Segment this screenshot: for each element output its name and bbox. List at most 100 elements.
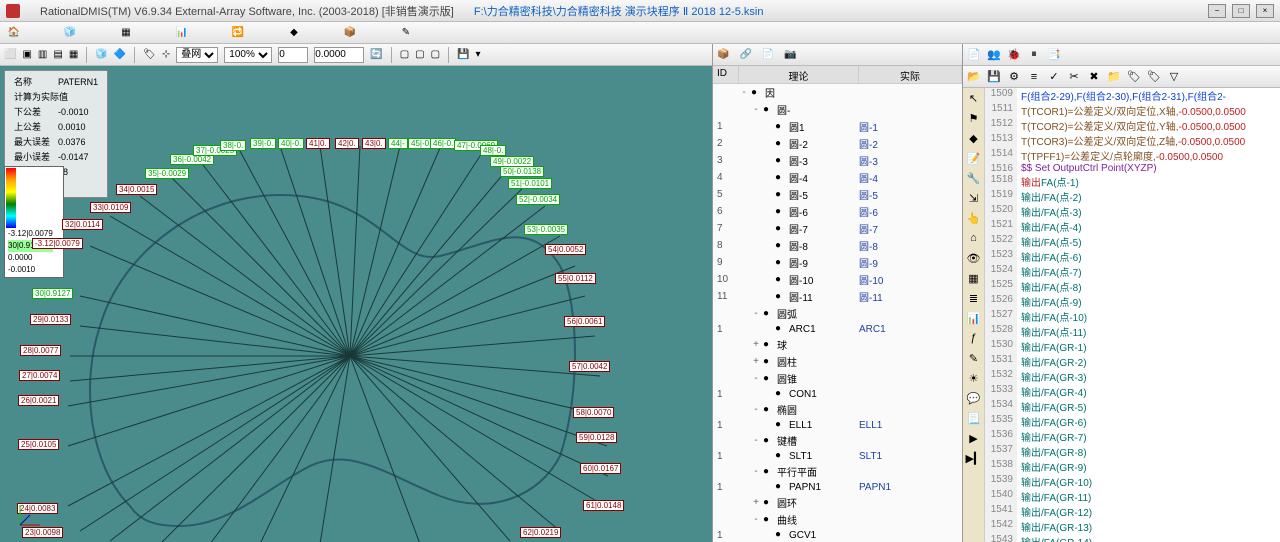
overlay-pct-dropdown[interactable]: 100% [224,47,272,63]
tree-box-icon[interactable]: 📦 [717,49,729,60]
measurement-label[interactable]: 40|-0. [278,138,304,149]
tree-row[interactable]: 2●圆-2圆-2 [713,135,962,152]
tree-row[interactable]: -●椭圆 [713,401,962,418]
tree-row[interactable]: -●曲线 [713,511,962,528]
script-line[interactable]: 1521输出/FA(点-4) [985,219,1280,234]
script-line[interactable]: 1535输出/FA(GR-6) [985,414,1280,429]
tree-row[interactable]: -●圆弧 [713,305,962,322]
measurement-label[interactable]: 25|0.0105 [18,439,59,450]
cube-top-icon[interactable]: ▢ [431,49,440,60]
tree-row[interactable]: -●因 [713,84,962,101]
script-line[interactable]: 1536输出/FA(GR-7) [985,429,1280,444]
refresh-icon[interactable]: 🔄 [370,49,382,60]
sb-note-icon[interactable]: 📝 [966,152,982,168]
feature-tree[interactable]: -●因-●圆-1●圆1圆-12●圆-2圆-23●圆-3圆-34●圆-4圆-45●… [713,84,962,542]
script-exit-icon[interactable]: ✖ [1087,70,1101,84]
tree-toggle-icon[interactable]: - [739,87,749,98]
script-line[interactable]: 1543输出/FA(GR-14) [985,534,1280,542]
measurement-label[interactable]: 26|0.0021 [18,395,59,406]
measurement-label[interactable]: 28|0.0077 [20,345,61,356]
tree-toggle-icon[interactable]: - [751,435,761,446]
script-new-icon[interactable]: 📄 [967,48,981,62]
measurement-label[interactable]: 61|0.0148 [583,500,624,511]
script-line[interactable]: 1511T(TCOR1)=公差定义/双向定位,X轴,-0.0500,0.0500 [985,103,1280,118]
measurement-label[interactable]: 33|0.0109 [90,202,131,213]
tree-row[interactable]: +●圆柱 [713,353,962,370]
sb-arrow-icon[interactable]: ↖ [966,92,982,108]
tree-link-icon[interactable]: 🔗 [739,49,751,60]
script-line[interactable]: 1518输出FA(点-1) [985,174,1280,189]
tree-row[interactable]: -●键槽 [713,432,962,449]
overlay-dropdown[interactable]: 叠网 [176,47,218,63]
toolbar-swap-icon[interactable]: 🔁 [230,25,246,41]
tree-row[interactable]: 5●圆-5圆-5 [713,186,962,203]
view-grid3-icon[interactable]: ▦ [69,49,78,60]
script-line[interactable]: 1542输出/FA(GR-13) [985,519,1280,534]
measurement-label[interactable]: 57|0.0042 [569,361,610,372]
script-line[interactable]: 1532输出/FA(GR-3) [985,369,1280,384]
script-line[interactable]: 1541输出/FA(GR-12) [985,504,1280,519]
tree-row[interactable]: 7●圆-7圆-7 [713,220,962,237]
tree-row[interactable]: 4●圆-4圆-4 [713,169,962,186]
measurement-label[interactable]: 39|-0. [250,138,276,149]
sb-wrench-icon[interactable]: 🔧 [966,172,982,188]
sb-probe-icon[interactable]: ⇲ [966,192,982,208]
cube-front-icon[interactable]: ▢ [400,49,409,60]
script-line[interactable]: 1537输出/FA(GR-8) [985,444,1280,459]
measurement-label[interactable]: 29|0.0133 [30,314,71,325]
num-input-1[interactable] [278,47,308,63]
measurement-label[interactable]: 46|-0. [430,138,456,149]
measurement-label[interactable]: 50|-0.0138 [500,166,544,177]
script-layer-icon[interactable]: 📑 [1047,48,1061,62]
script-line[interactable]: 1540输出/FA(GR-11) [985,489,1280,504]
dropdown-icon[interactable]: ▾ [476,49,481,60]
script-line[interactable]: 1522输出/FA(点-5) [985,234,1280,249]
view-grid2-icon[interactable]: ▤ [53,49,62,60]
tree-toggle-icon[interactable]: + [751,497,761,508]
toolbar-home-icon[interactable]: 🏠 [6,25,22,41]
measurement-label[interactable]: 43|0. [362,138,386,149]
script-cut-icon[interactable]: ✂ [1067,70,1081,84]
sb-diamond-icon[interactable]: ◆ [966,132,982,148]
3d-viewport[interactable]: 名称PATERN1 计算为实际值 下公差-0.0010 上公差0.0010 最大… [0,66,712,542]
tree-toggle-icon[interactable]: + [751,356,761,367]
measurement-label[interactable]: 62|0.0219 [520,527,561,538]
view-3d-icon[interactable]: 🧊 [95,49,107,60]
tree-row[interactable]: +●球 [713,336,962,353]
measurement-label[interactable]: 54|0.0052 [545,244,586,255]
tree-row[interactable]: 8●圆-8圆-8 [713,237,962,254]
sb-eye-icon[interactable]: 👁 [966,252,982,268]
script-tag2-icon[interactable]: 🏷 [1147,70,1161,84]
sb-sun-icon[interactable]: ☀ [966,372,982,388]
script-line[interactable]: 1539输出/FA(GR-10) [985,474,1280,489]
cube-side-icon[interactable]: ▢ [415,49,424,60]
measurement-label[interactable]: 56|0.0061 [564,316,605,327]
measurement-label[interactable]: 53|-0.0035 [524,224,568,235]
measurement-label[interactable]: 32|0.0114 [62,219,103,230]
sb-seq-icon[interactable]: ≣ [966,292,982,308]
script-line[interactable]: 1524输出/FA(点-7) [985,264,1280,279]
measurement-label[interactable]: 60|0.0167 [580,463,621,474]
script-line[interactable]: 1531输出/FA(GR-2) [985,354,1280,369]
tree-row[interactable]: 1●SLT1SLT1 [713,449,962,463]
tree-row[interactable]: 1●GCV1 [713,528,962,542]
script-line[interactable]: 1534输出/FA(GR-5) [985,399,1280,414]
sb-home-icon[interactable]: ⌂ [966,232,982,248]
sb-stop-icon[interactable]: ▶▎ [966,452,982,468]
tree-toggle-icon[interactable]: - [751,373,761,384]
script-check-icon[interactable]: ✓ [1047,70,1061,84]
measurement-label[interactable]: 59|0.0128 [576,432,617,443]
script-open-icon[interactable]: 📂 [967,70,981,84]
toolbar-edit-icon[interactable]: ✎ [398,25,414,41]
measurement-label[interactable]: 34|0.0015 [116,184,157,195]
script-line[interactable]: 1514T(TPFF1)=公差定义/点轮廓度,-0.0500,0.0500 [985,148,1280,163]
close-button[interactable]: × [1256,4,1274,18]
script-pause-icon[interactable]: ⏸ [1027,48,1041,62]
minimize-button[interactable]: − [1208,4,1226,18]
maximize-button[interactable]: □ [1232,4,1250,18]
tree-row[interactable]: -●圆锥 [713,370,962,387]
script-save-icon[interactable]: 💾 [987,70,1001,84]
tree-toggle-icon[interactable]: - [751,466,761,477]
measurement-label[interactable]: 35|-0.0029 [145,168,189,179]
sb-touch-icon[interactable]: 👆 [966,212,982,228]
